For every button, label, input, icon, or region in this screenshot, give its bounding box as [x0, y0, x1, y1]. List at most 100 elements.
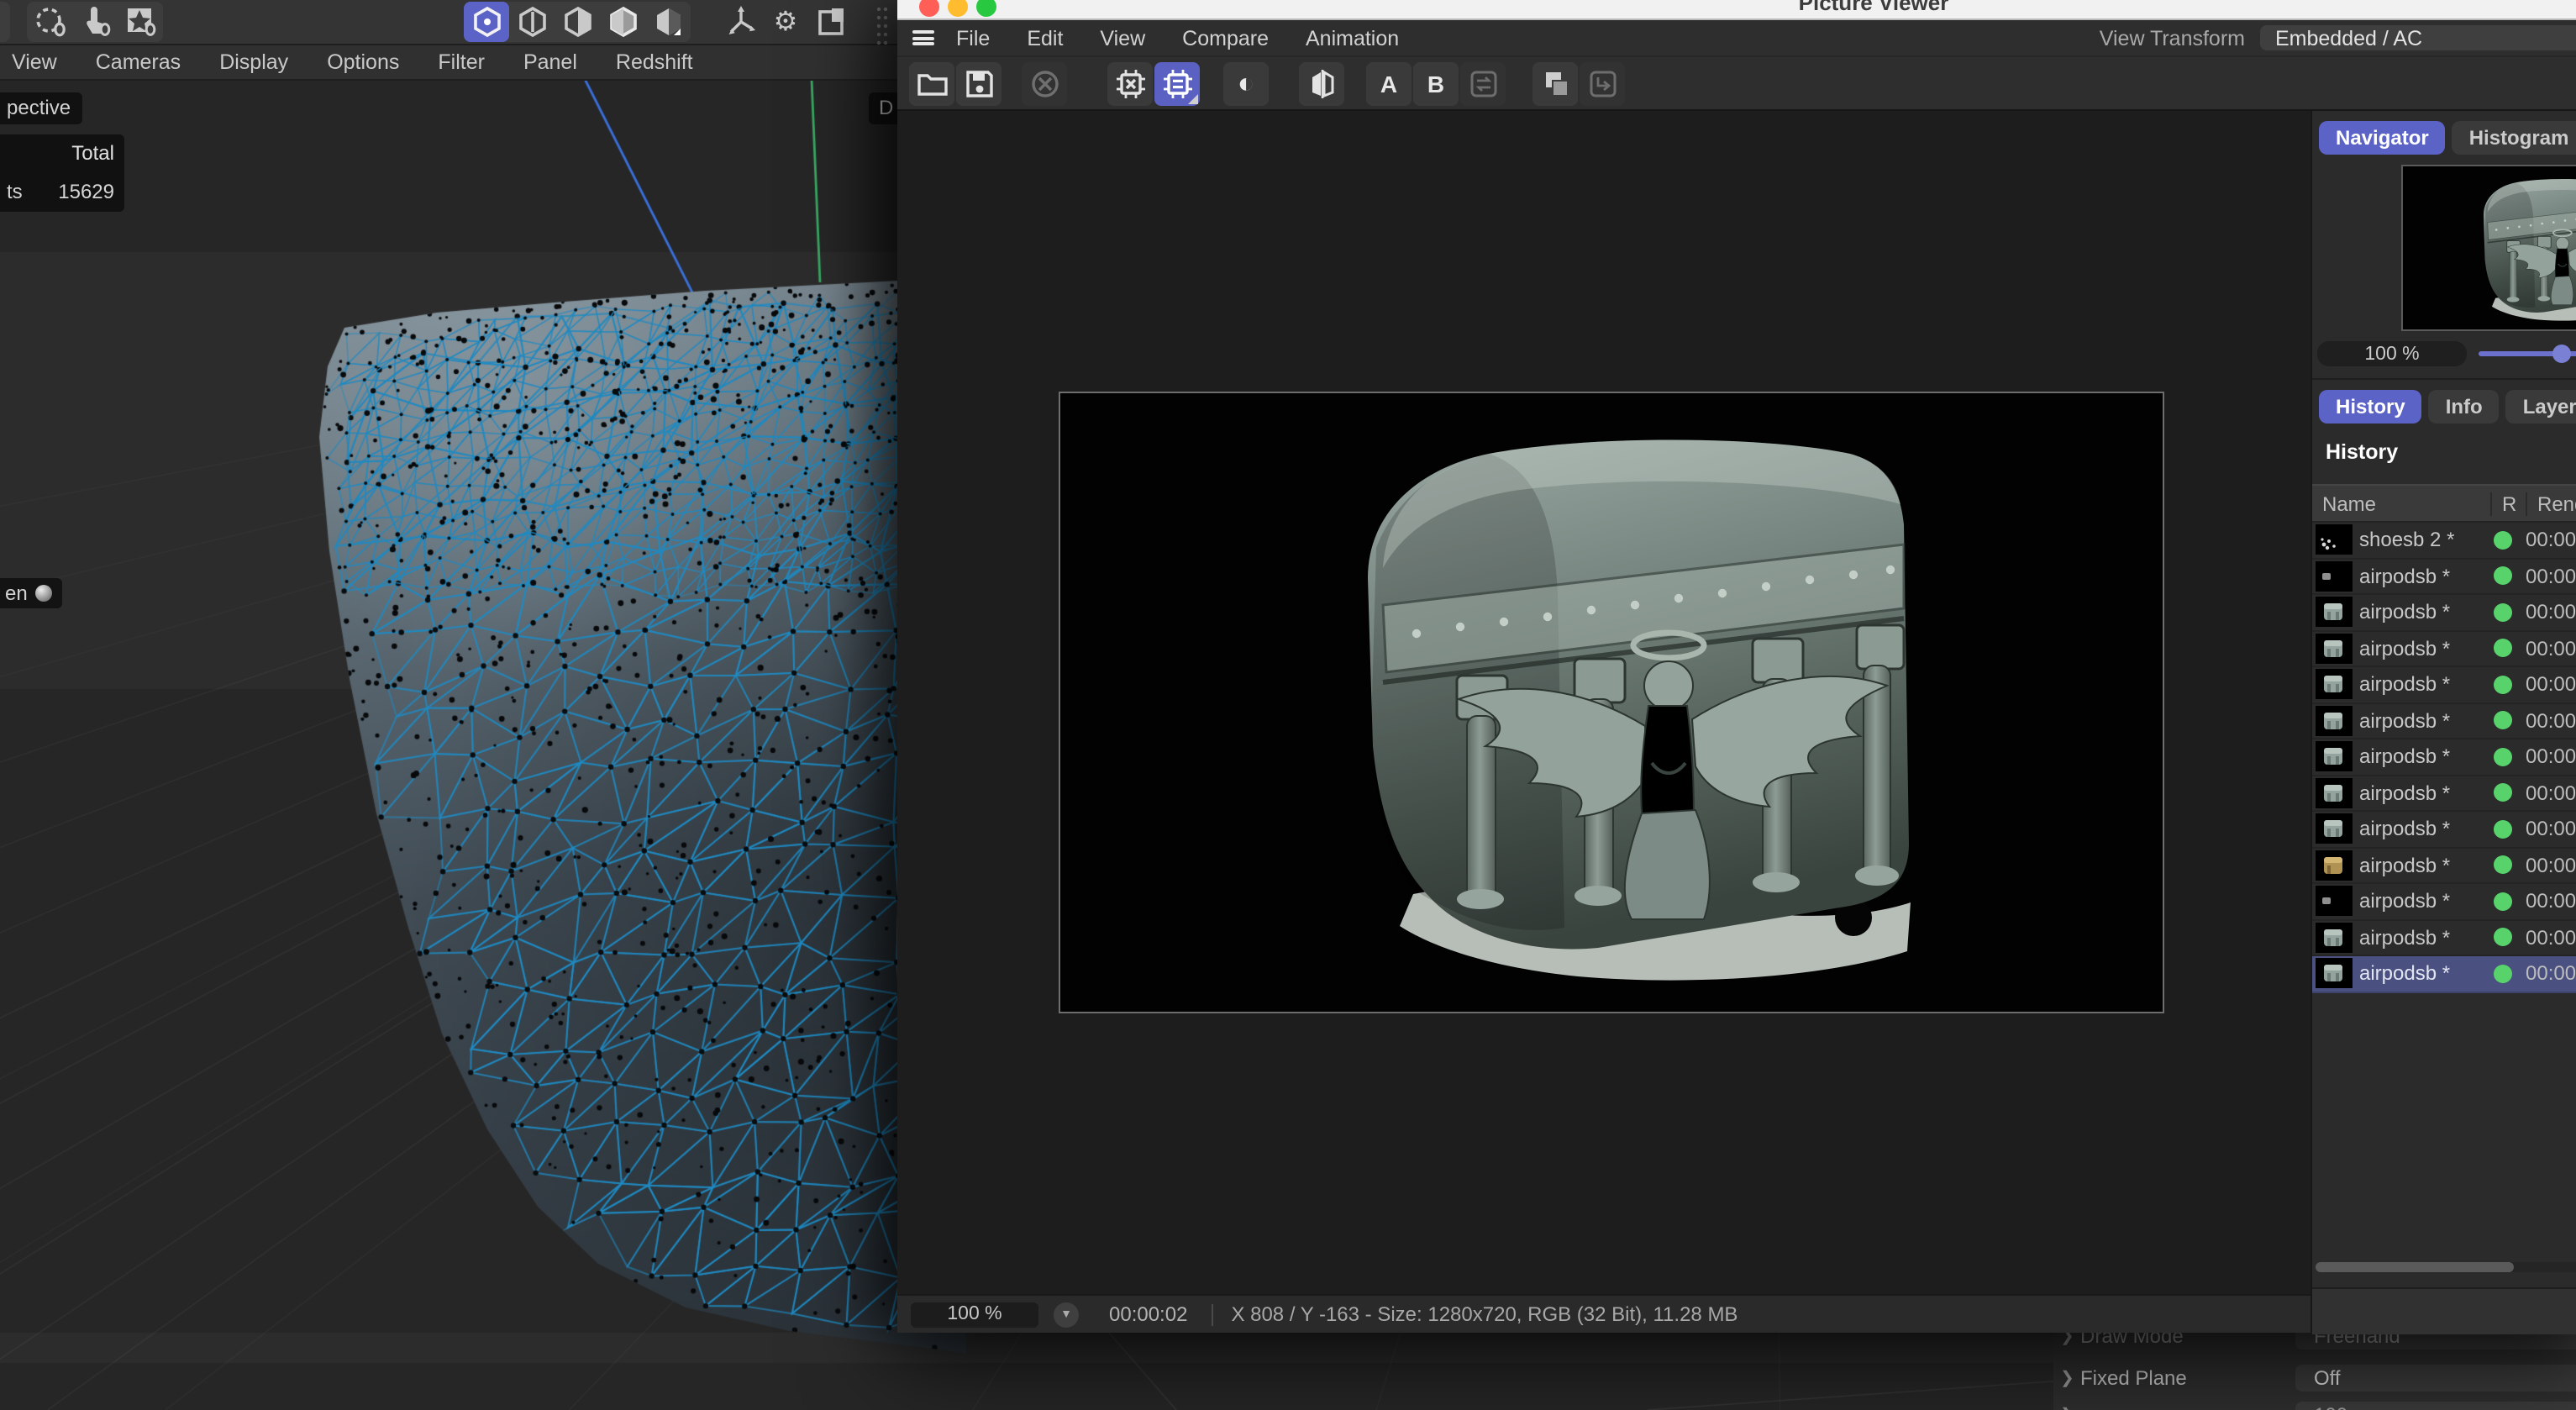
tab-info[interactable]: Info	[2429, 390, 2500, 424]
viewport-menu-options[interactable]: Options	[327, 50, 399, 74]
scrollbar-thumb[interactable]	[2316, 1262, 2514, 1272]
menu-hamburger-icon[interactable]	[912, 30, 934, 45]
viewport-menu-panel[interactable]: Panel	[523, 50, 577, 74]
history-row[interactable]: airpodsb *00:00	[2312, 667, 2576, 703]
copy-image-icon[interactable]	[1532, 61, 1578, 105]
zoom-window-button[interactable]	[976, 0, 996, 17]
export-image-icon[interactable]	[1580, 61, 1625, 105]
pv-toolbar: ◐ AB	[897, 55, 2576, 111]
history-row[interactable]: shoesb 2 *00:00	[2312, 523, 2576, 559]
model-mode-icon[interactable]	[600, 2, 645, 42]
rendered-image[interactable]	[1060, 393, 2163, 1012]
column-header-r[interactable]: R	[2490, 492, 2526, 515]
pv-menu-edit[interactable]: Edit	[1027, 26, 1063, 50]
tab-histogram[interactable]: Histogram	[2452, 121, 2576, 155]
ram-render-icon[interactable]	[1154, 61, 1200, 105]
render-time: 00:00	[2526, 818, 2576, 841]
render-status-dot	[2494, 531, 2512, 550]
history-row[interactable]: airpodsb *00:00	[2312, 848, 2576, 884]
column-header-rende[interactable]: Rende	[2526, 492, 2576, 515]
navigator-zoom-field[interactable]: 100 %	[2317, 341, 2467, 366]
object-name-label: en	[5, 581, 28, 605]
chevron-right-icon[interactable]: ❯	[2053, 1406, 2080, 1410]
viewport-menu-cameras[interactable]: Cameras	[96, 50, 181, 74]
pv-canvas-area[interactable]	[897, 111, 2311, 1294]
attribute-manager: ❯Draw ModeFreehand❯Fixed PlaneOff❯100	[2053, 1333, 2576, 1410]
render-status-dot	[2494, 820, 2512, 839]
render-name: airpodsb *	[2359, 818, 2490, 841]
history-row[interactable]: airpodsb *00:00	[2312, 920, 2576, 956]
history-row[interactable]: airpodsb *00:00	[2312, 776, 2576, 812]
close-window-button[interactable]	[919, 0, 939, 17]
polygons-mode-icon[interactable]	[555, 2, 600, 42]
tab-layer[interactable]: Layer	[2506, 390, 2576, 424]
pv-menu-animation[interactable]: Animation	[1306, 26, 1399, 50]
camera-label: pective	[7, 96, 71, 119]
history-row[interactable]: airpodsb *00:00	[2312, 739, 2576, 776]
render-name: airpodsb *	[2359, 962, 2490, 986]
corner-fold-icon	[1188, 93, 1198, 103]
chevron-right-icon[interactable]: ❯	[2053, 1369, 2080, 1387]
live-select-icon[interactable]	[72, 2, 118, 42]
attribute-value-select[interactable]: Freehand	[2295, 1333, 2576, 1349]
compare-b-icon[interactable]: B	[1413, 61, 1459, 105]
tab-navigator[interactable]: Navigator	[2319, 121, 2446, 155]
attribute-row: ❯ 100	[2053, 1402, 2576, 1410]
attribute-value-select[interactable]: 100	[2295, 1402, 2576, 1410]
attribute-row: ❯Draw Mode Freehand	[2053, 1333, 2576, 1349]
pv-menu-view[interactable]: View	[1100, 26, 1145, 50]
star-select-icon[interactable]	[118, 2, 163, 42]
gear-icon[interactable]: ⚙	[763, 2, 808, 42]
zoom-level-field[interactable]: 100 %	[911, 1302, 1038, 1327]
render-status-dot	[2494, 712, 2512, 730]
history-row[interactable]: airpodsb *00:00	[2312, 703, 2576, 739]
history-hscrollbar[interactable]	[2316, 1262, 2576, 1272]
pv-menu-file[interactable]: File	[956, 26, 990, 50]
chevron-right-icon[interactable]: ❯	[2053, 1333, 2080, 1345]
workplane-icon[interactable]	[808, 2, 854, 42]
slider-knob[interactable]	[2552, 345, 2571, 363]
texture-mode-icon[interactable]	[645, 2, 691, 42]
titlebar[interactable]: Picture Viewer	[897, 0, 2576, 20]
history-row[interactable]: airpodsb *00:00	[2312, 956, 2576, 992]
render-status-dot	[2494, 603, 2512, 622]
edges-mode-icon[interactable]	[509, 2, 555, 42]
folder-open-icon[interactable]	[909, 61, 954, 105]
swap-ab-icon[interactable]	[1460, 61, 1506, 105]
viewport-menu-filter[interactable]: Filter	[438, 50, 485, 74]
history-row[interactable]: airpodsb *00:00	[2312, 884, 2576, 920]
points-mode-icon[interactable]	[464, 2, 509, 42]
toolbar-button-partial[interactable]	[0, 2, 10, 42]
axis-mode-icon[interactable]	[718, 2, 763, 42]
render-time: 00:00	[2526, 781, 2576, 805]
minimize-window-button[interactable]	[948, 0, 968, 17]
attribute-value-select[interactable]: Off	[2295, 1365, 2576, 1392]
viewport-menu-display[interactable]: Display	[219, 50, 288, 74]
render-name: airpodsb *	[2359, 601, 2490, 624]
viewport-menu-redshift[interactable]: Redshift	[616, 50, 693, 74]
navigator-thumbnail[interactable]	[2401, 165, 2576, 331]
compare-a-icon[interactable]: A	[1366, 61, 1412, 105]
ram-clear-icon[interactable]	[1107, 61, 1153, 105]
contrast-icon[interactable]: ◐	[1223, 61, 1269, 105]
history-row[interactable]: airpodsb *00:00	[2312, 631, 2576, 667]
render-thumbnail	[2316, 634, 2353, 664]
object-name-badge[interactable]: en	[0, 578, 63, 608]
column-header-name[interactable]: Name	[2312, 492, 2490, 515]
flip-ab-icon[interactable]	[1299, 61, 1344, 105]
viewport-menu-view[interactable]: View	[12, 50, 57, 74]
attribute-label: Draw Mode	[2080, 1333, 2184, 1348]
save-icon[interactable]	[956, 61, 1001, 105]
history-row[interactable]: airpodsb * 00:00	[2312, 812, 2576, 848]
tab-history[interactable]: History	[2319, 390, 2422, 424]
free-select-icon[interactable]	[27, 2, 72, 42]
history-row[interactable]: airpodsb *00:00	[2312, 559, 2576, 595]
cancel-render-icon[interactable]	[1022, 61, 1067, 105]
zoom-dropdown-button[interactable]: ▼	[1054, 1302, 1079, 1327]
view-transform-select[interactable]: Embedded / AC	[2260, 25, 2576, 50]
navigator-zoom-slider[interactable]	[2479, 351, 2576, 356]
render-time: 00:00	[2526, 673, 2576, 697]
pv-menu-compare[interactable]: Compare	[1182, 26, 1269, 50]
camera-label-badge[interactable]: pective	[0, 92, 82, 124]
history-row[interactable]: airpodsb *00:00	[2312, 595, 2576, 631]
